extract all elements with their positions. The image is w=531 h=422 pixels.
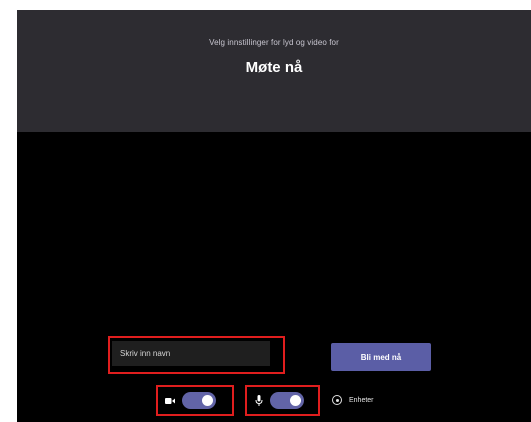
- meeting-title: Møte nå: [245, 59, 303, 76]
- camera-toggle-highlight: [156, 385, 234, 416]
- gear-icon: [332, 395, 342, 405]
- devices-button[interactable]: Enheter: [332, 395, 374, 405]
- mic-toggle-highlight: [245, 385, 320, 416]
- devices-label: Enheter: [349, 396, 374, 404]
- header: Velg innstillinger for lyd og video for …: [17, 10, 531, 132]
- prejoin-subtitle: Velg innstillinger for lyd og video for: [209, 38, 339, 47]
- name-input-highlight: [108, 336, 285, 374]
- join-now-button[interactable]: Bli med nå: [331, 343, 431, 371]
- video-preview: [17, 132, 531, 422]
